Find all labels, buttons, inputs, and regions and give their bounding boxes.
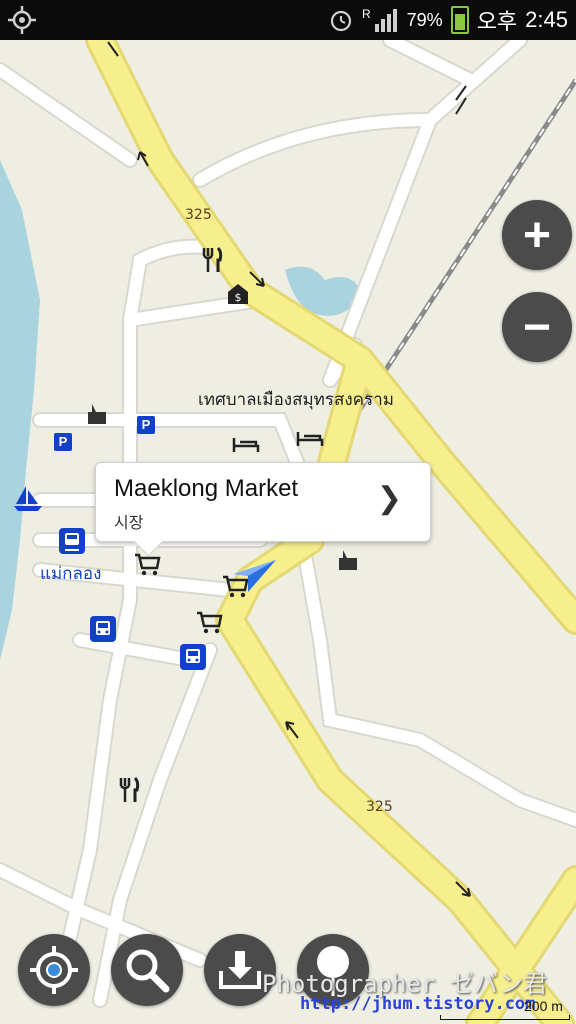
bus-stop-icon[interactable] <box>180 644 206 670</box>
scale-bar <box>440 1015 570 1020</box>
ampm-label: 오후 <box>476 10 518 35</box>
shopping-cart-icon[interactable] <box>133 552 161 578</box>
boat-icon[interactable] <box>14 484 42 512</box>
callout-title: Maeklong Market <box>114 475 299 502</box>
area-label: เทศบาลเมืองสมุทรสงคราม <box>198 390 394 410</box>
bus-stop-icon[interactable] <box>90 616 116 642</box>
station-label: แม่กลอง <box>40 564 102 584</box>
restaurant-icon[interactable] <box>117 776 141 804</box>
gps-icon <box>8 6 36 34</box>
scale-label: 200 m <box>524 998 563 1014</box>
place-callout[interactable]: Maeklong Market 시장 ❯ <box>95 462 431 557</box>
train-station-icon[interactable] <box>59 528 85 554</box>
watermark-url: http://jhum.tistory.com <box>300 994 536 1014</box>
hotel-icon[interactable] <box>232 436 260 454</box>
search-button[interactable] <box>111 934 183 1006</box>
bank-icon[interactable]: $ <box>226 282 250 306</box>
signal-indicator: R <box>361 7 371 21</box>
status-bar: R 79% 오후 2:45 <box>0 0 576 40</box>
hotel-icon[interactable] <box>296 430 324 448</box>
callout-subtitle: 시장 <box>114 513 144 532</box>
restaurant-icon[interactable] <box>200 246 224 274</box>
parking-icon[interactable]: P <box>137 416 155 434</box>
zoom-out-button[interactable]: − <box>502 292 572 362</box>
svg-text:$: $ <box>235 291 242 304</box>
my-location-button[interactable] <box>18 934 90 1006</box>
battery-percent: 79% <box>406 9 443 30</box>
battery-icon <box>450 6 469 34</box>
clock-time: 2:45 <box>525 7 568 32</box>
alarm-icon <box>330 10 352 32</box>
search-icon <box>126 949 170 993</box>
parking-icon[interactable]: P <box>54 433 72 451</box>
chevron-right-icon[interactable]: ❯ <box>377 481 402 516</box>
my-location-icon <box>30 946 78 994</box>
download-icon <box>219 951 261 989</box>
shopping-cart-icon[interactable] <box>195 610 223 636</box>
signal-icon <box>374 9 397 32</box>
temple-icon[interactable] <box>337 548 359 572</box>
route-number-label: 325 <box>366 799 393 815</box>
current-location-arrow-icon <box>234 560 276 592</box>
route-number-label: 325 <box>185 207 212 223</box>
temple-icon[interactable] <box>86 402 108 426</box>
zoom-in-button[interactable]: + <box>502 200 572 270</box>
